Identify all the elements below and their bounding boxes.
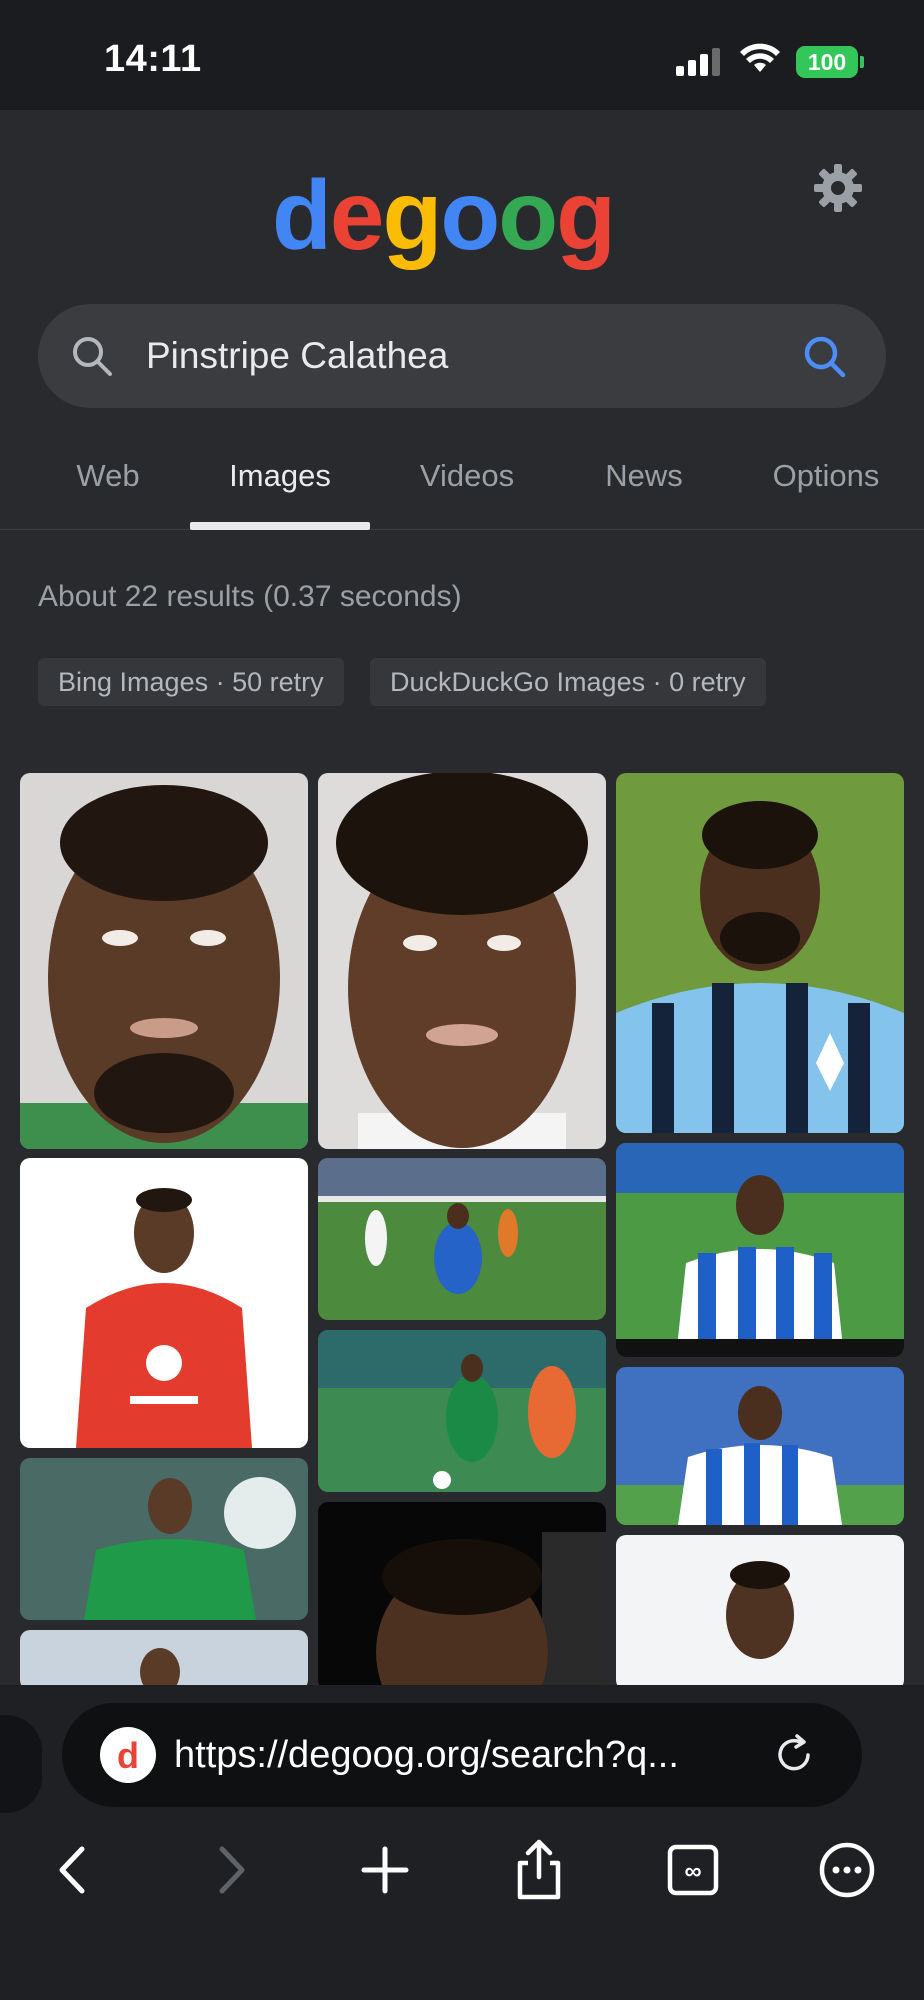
wifi-icon [740,43,780,72]
site-favicon: d [100,1727,156,1783]
search-bar[interactable]: Pinstripe Calathea [38,304,886,408]
new-tab-icon[interactable] [350,1835,420,1905]
previous-tab-peek[interactable] [0,1715,42,1813]
tab-news[interactable]: News [584,440,704,530]
logo-letter: g [556,160,616,270]
engine-chip-duckduckgo[interactable]: DuckDuckGo Images · 0 retry [370,658,766,706]
status-bar: 14:11 100 [0,0,924,110]
battery-tip [860,56,864,68]
cellular-signal-icon [676,46,724,76]
image-result[interactable] [20,1458,308,1620]
active-tab-indicator [190,522,370,530]
tab-videos[interactable]: Videos [400,440,534,530]
image-result[interactable] [616,773,904,1133]
search-tabs: Web Images Videos News Options [0,440,924,530]
image-result[interactable] [20,1158,308,1448]
tab-images[interactable]: Images [190,440,370,530]
image-result[interactable] [318,1502,606,1685]
svg-text:d: d [117,1735,139,1776]
logo-letter: g [382,160,442,270]
address-bar[interactable]: d https://degoog.org/search?q... [62,1703,862,1807]
search-input[interactable]: Pinstripe Calathea [146,332,448,380]
search-submit-icon[interactable] [800,332,848,380]
image-result[interactable] [318,1158,606,1320]
engine-chip-bing[interactable]: Bing Images · 50 retry [38,658,344,706]
status-time: 14:11 [104,38,202,80]
image-result[interactable] [616,1367,904,1525]
image-result[interactable] [20,773,308,1149]
degoog-logo[interactable]: degoog [0,160,886,270]
logo-letter: e [329,160,384,270]
gear-icon[interactable] [812,162,864,214]
battery-indicator: 100 [796,46,858,78]
logo-letter: o [498,160,558,270]
tab-options[interactable]: Options [756,440,896,530]
search-icon [73,337,112,376]
url-text[interactable]: https://degoog.org/search?q... [174,1729,679,1781]
logo-letter: o [440,160,500,270]
results-count: About 22 results (0.37 seconds) [38,580,462,613]
share-icon[interactable] [504,1835,574,1905]
forward-icon[interactable] [196,1835,266,1905]
back-icon[interactable] [38,1835,108,1905]
logo-letter: d [272,160,332,270]
image-result[interactable] [616,1535,904,1685]
image-result[interactable] [20,1630,308,1685]
more-icon[interactable] [812,1835,882,1905]
image-result[interactable] [318,773,606,1149]
reload-icon[interactable] [770,1731,818,1779]
tab-web[interactable]: Web [56,440,160,530]
browser-bottom-bar: d https://degoog.org/search?q... ∞ [0,1685,924,2000]
image-result[interactable] [616,1143,904,1357]
image-result[interactable] [318,1330,606,1492]
svg-text:∞: ∞ [684,1858,701,1885]
search-results-page: degoog Pinstripe Calathea Web Images Vid [0,110,924,1685]
tabs-icon[interactable]: ∞ [658,1835,728,1905]
